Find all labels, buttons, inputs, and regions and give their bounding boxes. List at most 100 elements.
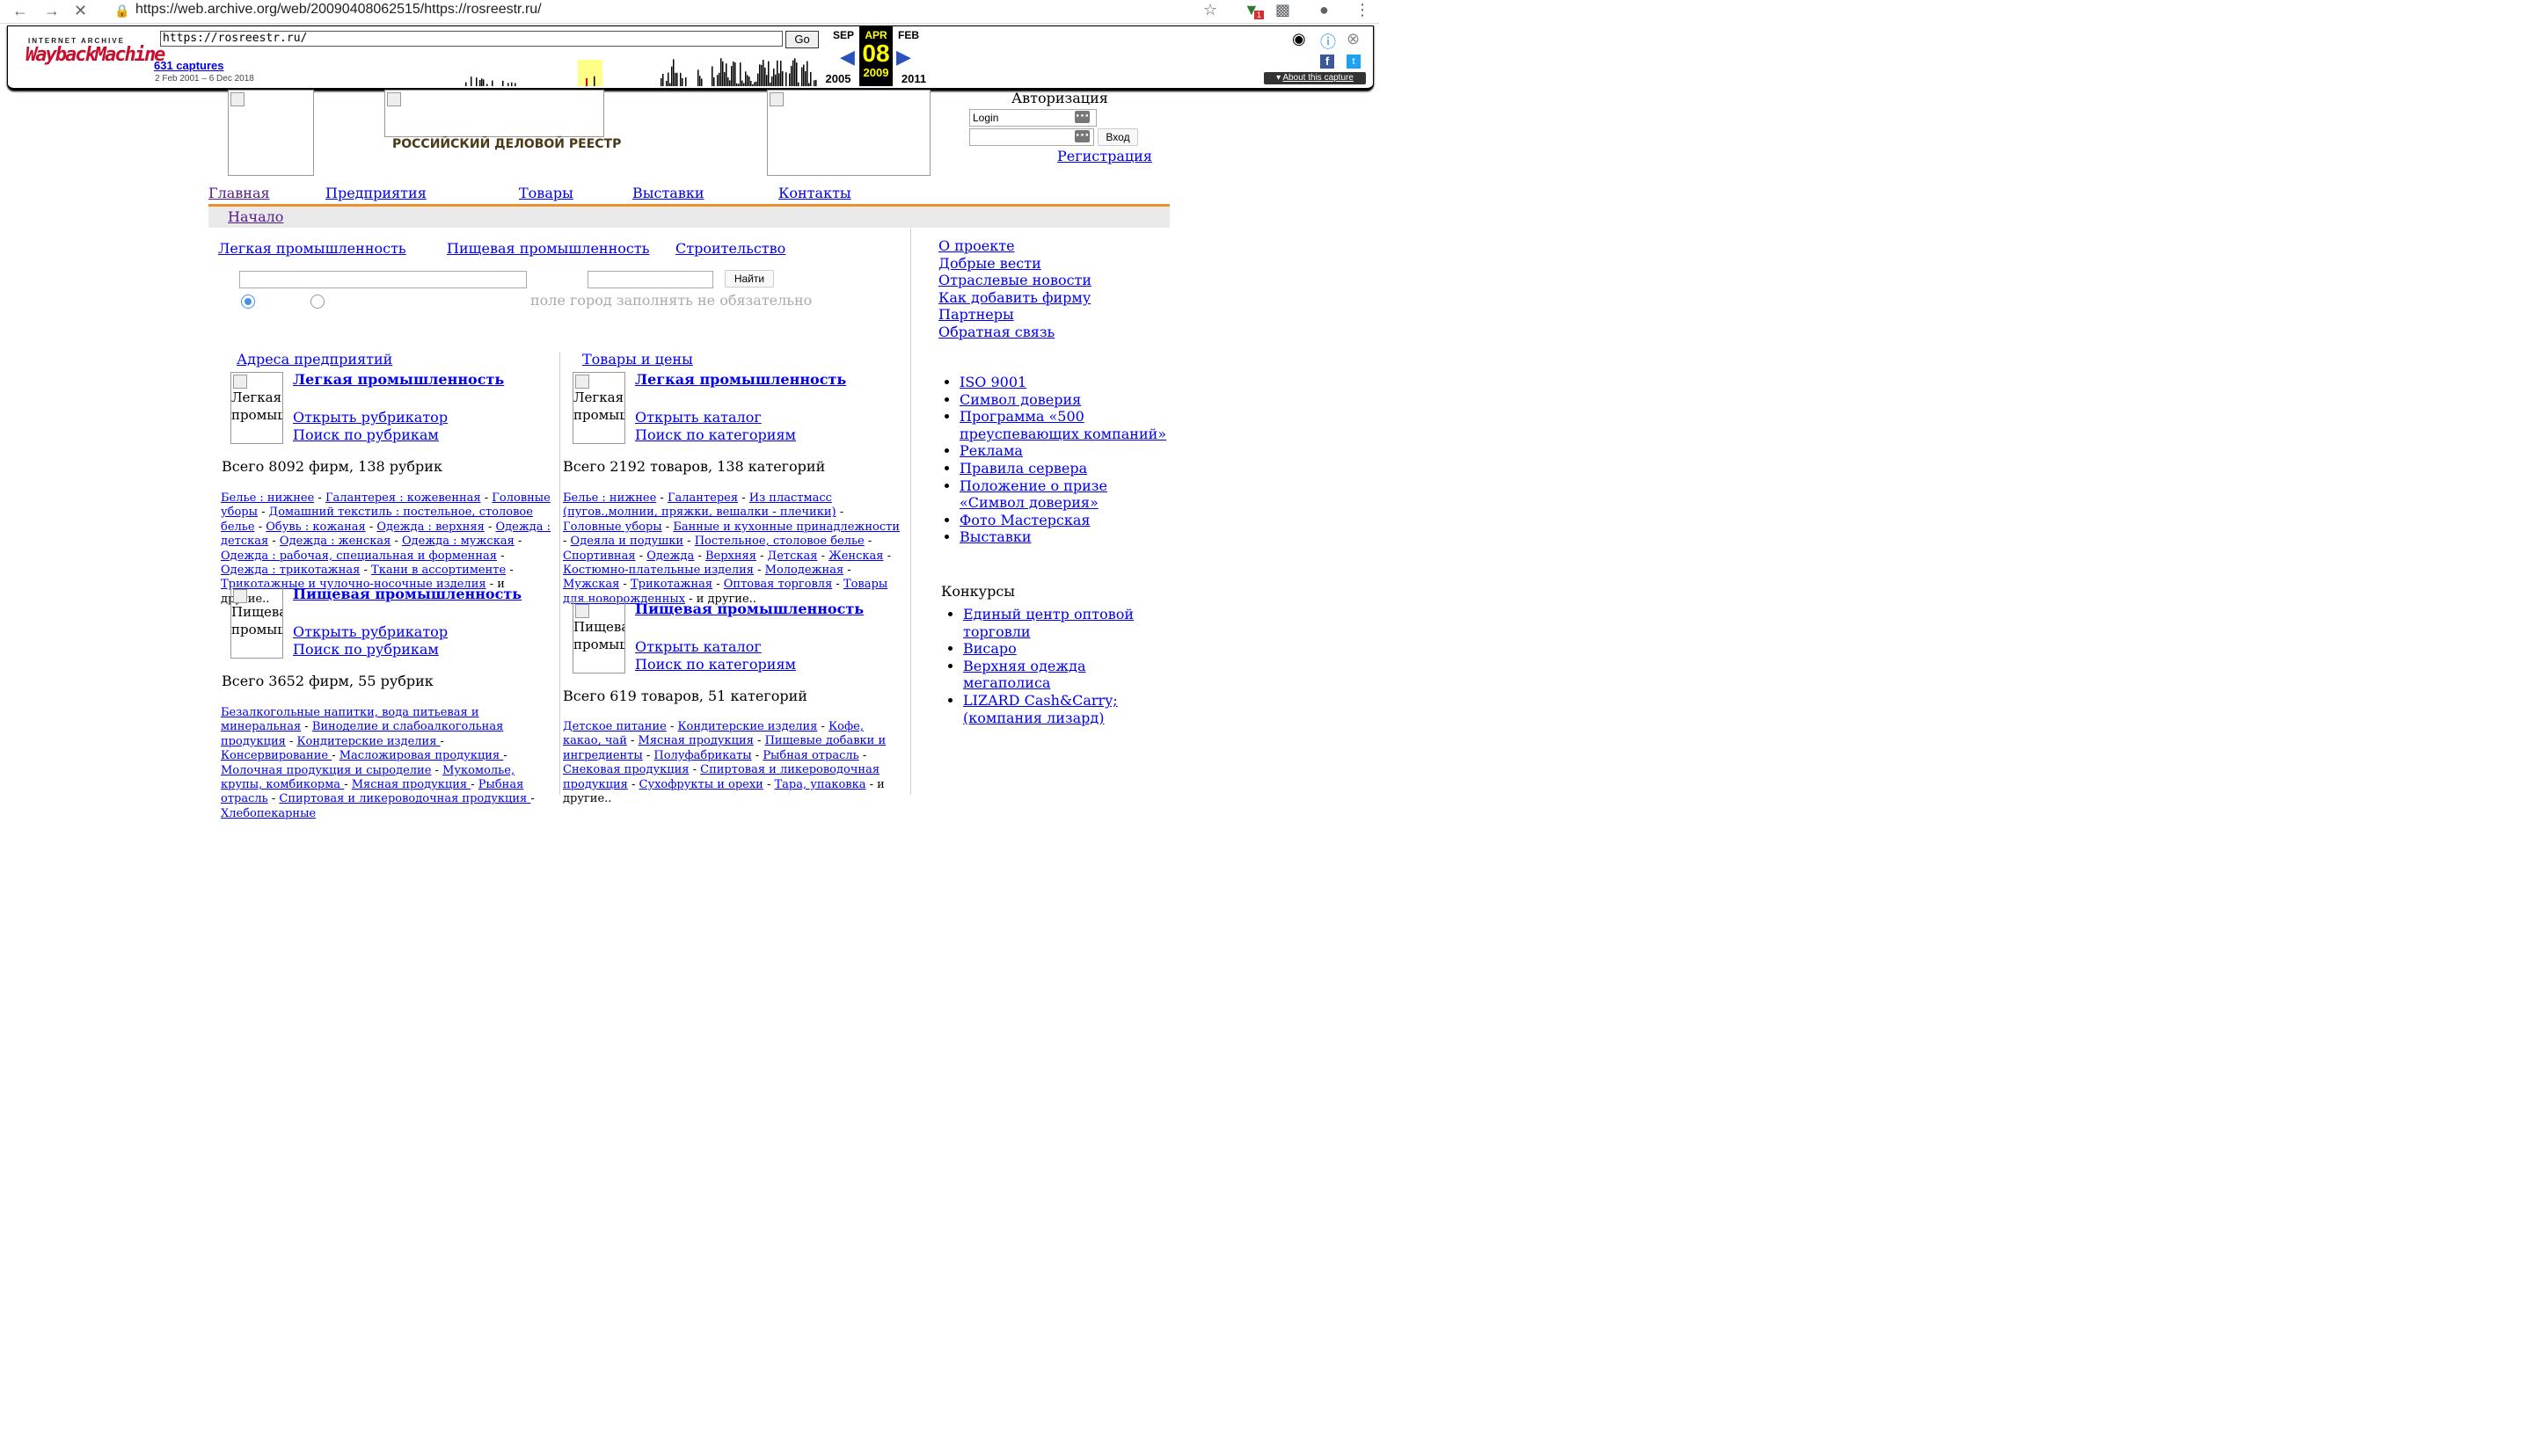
list-link[interactable]: Символ доверия (960, 391, 1081, 408)
list-link[interactable]: Выставки (960, 528, 1032, 545)
category-search-link[interactable]: Поиск по категориям (635, 426, 796, 443)
prev-month[interactable]: SEP (826, 29, 861, 41)
list-link[interactable]: Реклама (960, 442, 1023, 459)
category-link[interactable]: Мясная продукция (352, 778, 471, 791)
info-link[interactable]: Добрые вести (938, 255, 1091, 273)
category-link[interactable]: Трикотажная (631, 578, 712, 591)
info-link[interactable]: Как добавить фирму (938, 289, 1091, 307)
city-input[interactable] (588, 271, 713, 288)
forward-icon[interactable]: → (44, 2, 60, 20)
info-link[interactable]: Отраслевые новости (938, 272, 1091, 289)
password-manager-icon[interactable]: ••• (1075, 111, 1090, 123)
prev-capture-icon[interactable]: ◀ (840, 46, 855, 69)
category-link[interactable]: Белье : нижнее (221, 491, 314, 505)
list-link[interactable]: LIZARD Cash&Carry; (компания лизард) (963, 692, 1118, 726)
food-industry-thumb[interactable]: Пищевая промышленность (573, 601, 625, 673)
menu-home[interactable]: Главная (208, 185, 270, 201)
prev-year[interactable]: 2005 (821, 72, 856, 85)
menu-goods[interactable]: Товары (519, 185, 573, 201)
light-industry-title[interactable]: Легкая промышленность (635, 371, 846, 388)
category-link[interactable]: Детское питание (563, 720, 667, 733)
close-icon[interactable]: ⊗ (1347, 30, 1360, 48)
category-link[interactable]: Верхняя (705, 550, 756, 563)
info-link[interactable]: Обратная связь (938, 324, 1091, 341)
sector-link-food[interactable]: Пищевая промышленность (447, 240, 649, 257)
register-link[interactable]: Регистрация (1057, 148, 1152, 164)
wayback-logo[interactable]: INTERNET ARCHIVE WaybackMachine (26, 37, 165, 66)
go-button[interactable]: Go (785, 31, 819, 48)
category-link[interactable]: Одежда : верхняя (376, 521, 484, 534)
sector-link-light[interactable]: Легкая промышленность (218, 240, 406, 257)
open-catalog-link[interactable]: Открыть каталог (635, 638, 762, 655)
category-link[interactable]: Галантерея (668, 491, 738, 505)
category-link[interactable]: Женская (829, 550, 883, 563)
food-industry-title[interactable]: Пищевая промышленность (635, 601, 864, 617)
category-link[interactable]: Рыбная отрасль (763, 749, 858, 762)
info-link[interactable]: О проекте (938, 237, 1091, 255)
search-input[interactable] (239, 271, 527, 288)
category-link[interactable]: Молодежная (765, 564, 844, 577)
category-link[interactable]: Кондитерские изделия (297, 735, 441, 748)
category-link[interactable]: Одежда : женская (280, 535, 391, 548)
light-industry-thumb[interactable]: Легкая промышленность (230, 372, 283, 444)
category-link[interactable]: Обувь : кожаная (266, 521, 365, 534)
category-link[interactable]: Масложировая продукция (339, 749, 504, 762)
stop-icon[interactable]: ✕ (74, 2, 87, 20)
open-rubricator-link[interactable]: Открыть рубрикатор (293, 409, 448, 426)
category-link[interactable]: Белье : нижнее (563, 491, 656, 505)
list-link[interactable]: Верхняя одежда мегаполиса (963, 658, 1086, 692)
next-capture-icon[interactable]: ▶ (896, 46, 911, 69)
category-link[interactable]: Детская (768, 550, 818, 563)
category-link[interactable]: Хлебопекарные (221, 807, 316, 820)
account-icon[interactable]: ◉ (1292, 30, 1306, 48)
enterprises-header-link[interactable]: Адреса предприятий (237, 351, 392, 368)
login-button[interactable]: Вход (1098, 128, 1138, 146)
search-button[interactable]: Найти (725, 270, 774, 288)
radio-goods[interactable] (310, 295, 325, 309)
list-link[interactable]: Фото Мастерская (960, 512, 1091, 528)
next-month[interactable]: FEB (891, 29, 926, 41)
category-link[interactable]: Галантерея : кожевенная (325, 491, 481, 505)
captures-link[interactable]: 631 captures (154, 59, 224, 72)
category-link[interactable]: Одежда (646, 550, 694, 563)
rubric-search-link[interactable]: Поиск по рубрикам (293, 426, 439, 443)
category-link[interactable]: Полуфабрикаты (653, 749, 751, 762)
captures-sparkline[interactable] (289, 49, 817, 86)
category-link[interactable]: Тара, упаковка (775, 778, 866, 791)
category-link[interactable]: Спортивная (563, 550, 636, 563)
star-icon[interactable]: ☆ (1203, 1, 1217, 19)
menu-icon[interactable]: ⋮ (1354, 1, 1370, 19)
password-manager-icon[interactable]: ••• (1075, 130, 1090, 142)
open-catalog-link[interactable]: Открыть каталог (635, 409, 762, 426)
menu-enterprises[interactable]: Предприятия (325, 185, 427, 201)
category-link[interactable]: Одежда : трикотажная (221, 564, 360, 577)
category-link[interactable]: Одежда : мужская (402, 535, 515, 548)
category-search-link[interactable]: Поиск по категориям (635, 656, 796, 673)
category-link[interactable]: Сухофрукты и орехи (639, 778, 763, 791)
category-link[interactable]: Костюмно-плательные изделия (563, 564, 754, 577)
help-icon[interactable]: ⓘ (1320, 30, 1336, 53)
back-icon[interactable]: ← (12, 2, 28, 20)
category-link[interactable]: Мясная продукция (639, 734, 754, 747)
light-industry-title[interactable]: Легкая промышленность (293, 371, 504, 388)
category-link[interactable]: Постельное, столовое белье (695, 535, 865, 548)
category-link[interactable]: Одежда : рабочая, специальная и форменна… (221, 550, 497, 563)
category-link[interactable]: Мужская (563, 578, 619, 591)
list-link[interactable]: Единый центр оптовой торговли (963, 606, 1134, 640)
menu-exhibitions[interactable]: Выставки (632, 185, 704, 201)
info-link[interactable]: Партнеры (938, 306, 1091, 324)
radio-enterprises[interactable] (241, 295, 255, 309)
rubric-search-link[interactable]: Поиск по рубрикам (293, 641, 439, 658)
food-industry-title[interactable]: Пищевая промышленность (293, 586, 522, 602)
category-link[interactable]: Спиртовая и ликероводочная продукция (279, 792, 530, 805)
list-link[interactable]: ISO 9001 (960, 374, 1026, 390)
address-bar[interactable]: https://web.archive.org/web/200904080625… (135, 2, 542, 18)
category-link[interactable]: Банные и кухонные принадлежности (673, 521, 900, 534)
about-capture-button[interactable]: ▾ About this capture (1264, 72, 1366, 84)
light-industry-thumb[interactable]: Легкая промышленность (573, 372, 625, 444)
facebook-icon[interactable]: f (1320, 55, 1334, 69)
category-link[interactable]: Кондитерские изделия (677, 720, 817, 733)
list-link[interactable]: Висаро (963, 640, 1017, 657)
extension-icon[interactable]: ▩ (1275, 1, 1290, 19)
open-rubricator-link[interactable]: Открыть рубрикатор (293, 623, 448, 640)
